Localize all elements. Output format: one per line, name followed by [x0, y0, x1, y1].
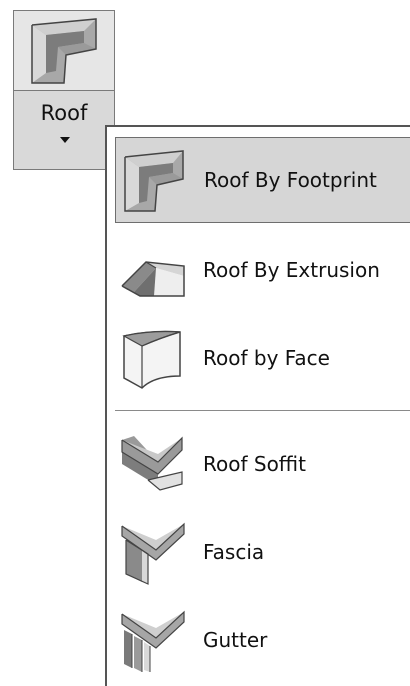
menu-item-roof-by-footprint[interactable]: Roof By Footprint — [115, 137, 410, 223]
menu-item-roof-by-extrusion[interactable]: Roof By Extrusion — [115, 227, 410, 313]
menu-separator — [115, 410, 410, 411]
roof-button-label: Roof — [40, 101, 88, 125]
roof-button-icon-area[interactable] — [14, 11, 114, 91]
roof-soffit-icon — [121, 436, 183, 491]
menu-item-label: Roof By Extrusion — [203, 258, 380, 282]
roof-face-icon — [122, 330, 181, 389]
menu-item-label: Roof By Footprint — [204, 168, 377, 192]
menu-item-roof-by-face[interactable]: Roof by Face — [115, 315, 410, 401]
roof-dropdown-menu: Roof By Footprint Roof By Extrusion Roof… — [105, 125, 410, 686]
menu-item-label: Gutter — [203, 628, 268, 652]
fascia-icon — [121, 522, 185, 585]
menu-item-label: Fascia — [203, 540, 265, 564]
roof-extrusion-icon — [121, 261, 185, 297]
roof-button-dropdown-area[interactable]: Roof — [14, 91, 114, 169]
menu-item-fascia[interactable]: Fascia — [115, 509, 410, 595]
roof-footprint-icon — [124, 150, 184, 212]
gutter-icon — [121, 610, 185, 672]
roof-footprint-icon — [31, 18, 97, 84]
menu-item-gutter[interactable]: Gutter — [115, 597, 410, 683]
menu-item-roof-soffit[interactable]: Roof Soffit — [115, 421, 410, 507]
menu-item-label: Roof by Face — [203, 346, 330, 370]
roof-ribbon-button[interactable]: Roof — [13, 10, 115, 170]
caret-down-icon — [60, 137, 70, 143]
menu-item-label: Roof Soffit — [203, 452, 306, 476]
